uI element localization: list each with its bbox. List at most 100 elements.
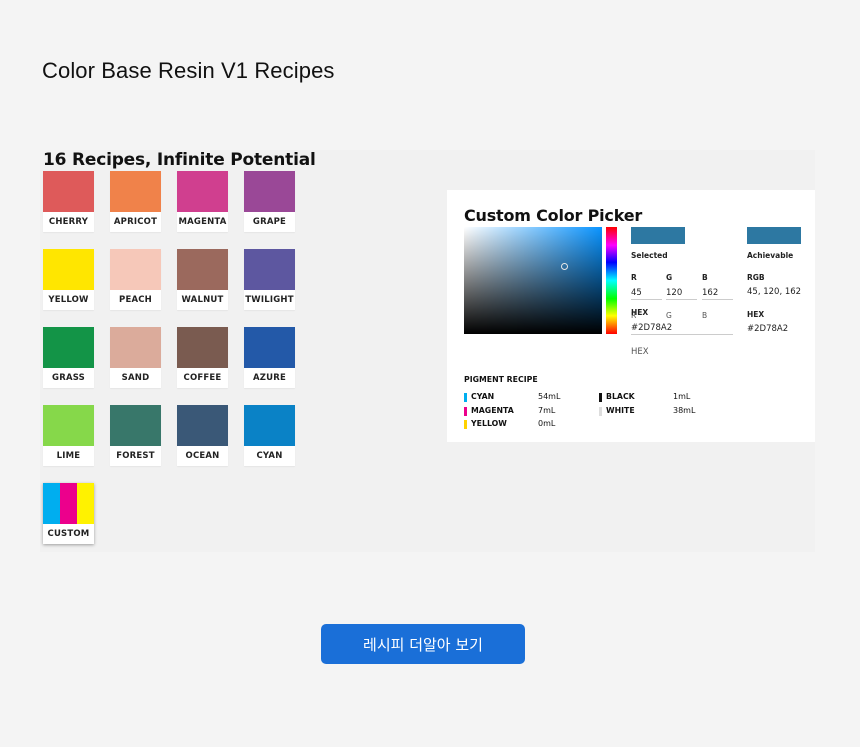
swatch-color-chip <box>177 405 228 446</box>
pigment-row-yellow: YELLOW 0mL <box>464 419 594 431</box>
swatch-lime[interactable]: LIME <box>43 405 94 466</box>
hex-label: HEX <box>631 308 649 317</box>
r-label: R <box>631 273 637 282</box>
custom-color-picker: Custom Color Picker Selected R G B R G B… <box>447 190 815 442</box>
b-input[interactable] <box>702 286 733 300</box>
pigment-color-bar <box>599 393 602 402</box>
saturation-value-area[interactable] <box>464 227 602 334</box>
rgb-label: RGB <box>747 273 765 282</box>
picker-title: Custom Color Picker <box>464 206 643 225</box>
pigment-name: BLACK <box>606 392 635 401</box>
pigment-color-bar <box>599 406 602 416</box>
swatch-label: LIME <box>56 451 81 461</box>
swatch-grape[interactable]: GRAPE <box>244 171 295 232</box>
custom-stripe-yellow <box>77 483 94 524</box>
more-recipes-button[interactable]: 레시피 더알아 보기 <box>321 624 525 664</box>
swatch-color-chip <box>43 171 94 212</box>
swatch-color-chip <box>110 405 161 446</box>
pigment-amount: 38mL <box>673 405 696 415</box>
achievable-label: Achievable <box>747 251 794 260</box>
pigment-row-white: WHITE 38mL <box>599 406 729 418</box>
selected-label: Selected <box>631 251 668 260</box>
pigment-amount: 1mL <box>673 392 691 401</box>
custom-stripe-magenta <box>60 483 77 524</box>
swatch-color-chip <box>110 327 161 368</box>
pigment-amount: 7mL <box>538 405 556 415</box>
swatch-custom[interactable]: CUSTOM <box>43 483 94 544</box>
selected-color-preview <box>631 227 685 244</box>
achievable-hex-value: #2D78A2 <box>747 324 789 334</box>
swatch-color-chip <box>110 171 161 212</box>
pigment-row-black: BLACK 1mL <box>599 392 729 404</box>
r-input[interactable] <box>631 286 662 300</box>
swatch-magenta[interactable]: MAGENTA <box>177 171 228 232</box>
pigment-row-cyan: CYAN 54mL <box>464 392 594 404</box>
page-title: Color Base Resin V1 Recipes <box>42 58 335 83</box>
pigment-color-bar <box>464 393 467 402</box>
pigment-name: CYAN <box>471 392 495 401</box>
swatch-label: GRAPE <box>252 217 287 227</box>
swatch-twilight[interactable]: TWILIGHT <box>244 249 295 310</box>
g-label-ghost: G <box>666 311 672 320</box>
swatch-azure[interactable]: AZURE <box>244 327 295 388</box>
swatch-label: CHERRY <box>48 217 89 227</box>
swatch-grass[interactable]: GRASS <box>43 327 94 388</box>
pigment-color-bar <box>464 406 467 416</box>
swatch-cyan[interactable]: CYAN <box>244 405 295 466</box>
swatch-yellow[interactable]: YELLOW <box>43 249 94 310</box>
swatch-color-chip <box>43 405 94 446</box>
recipes-panel: 16 Recipes, Infinite Potential CHERRY APR… <box>40 150 815 552</box>
swatch-apricot[interactable]: APRICOT <box>110 171 161 232</box>
swatch-peach[interactable]: PEACH <box>110 249 161 310</box>
pigment-amount: 0mL <box>538 419 556 428</box>
swatch-label: COFFEE <box>183 373 222 383</box>
swatch-forest[interactable]: FOREST <box>110 405 161 466</box>
recipes-heading: 16 Recipes, Infinite Potential <box>43 150 316 170</box>
swatch-color-chip <box>177 249 228 290</box>
achievable-rgb-value: 45, 120, 162 <box>747 287 802 297</box>
swatch-color-chip <box>43 327 94 368</box>
swatch-label: CYAN <box>256 451 283 461</box>
swatch-label: YELLOW <box>48 295 89 305</box>
swatch-color-chip <box>110 249 161 290</box>
pigment-name: WHITE <box>606 405 635 415</box>
picker-cursor[interactable] <box>561 263 568 270</box>
pigment-name: YELLOW <box>471 419 507 428</box>
hue-slider[interactable] <box>606 227 617 334</box>
swatch-label: WALNUT <box>181 295 224 305</box>
swatch-label: FOREST <box>116 451 155 461</box>
swatch-color-chip <box>244 327 295 368</box>
swatch-color-chip <box>244 171 295 212</box>
swatch-color-chip <box>177 171 228 212</box>
swatch-label: PEACH <box>119 295 152 305</box>
swatch-label: GRASS <box>52 373 85 383</box>
pigment-name: MAGENTA <box>471 405 514 415</box>
swatch-ocean[interactable]: OCEAN <box>177 405 228 466</box>
pigment-row-magenta: MAGENTA 7mL <box>464 406 594 418</box>
swatch-label: CUSTOM <box>47 529 90 539</box>
b-label: B <box>702 273 708 282</box>
swatch-walnut[interactable]: WALNUT <box>177 249 228 310</box>
custom-color-chip <box>43 483 94 524</box>
swatch-label: TWILIGHT <box>245 295 294 305</box>
hex-bottom-label: HEX <box>631 347 649 357</box>
swatch-color-chip <box>244 249 295 290</box>
swatch-label: AZURE <box>253 373 286 383</box>
hex-input[interactable] <box>631 321 733 335</box>
swatch-label: APRICOT <box>113 217 158 227</box>
swatch-cherry[interactable]: CHERRY <box>43 171 94 232</box>
pigment-color-bar <box>464 420 467 429</box>
swatch-label: SAND <box>121 373 150 383</box>
swatch-label: OCEAN <box>185 451 220 461</box>
g-label: G <box>666 273 673 282</box>
swatch-color-chip <box>244 405 295 446</box>
achievable-hex-label: HEX <box>747 310 765 319</box>
b-label-ghost: B <box>702 311 708 320</box>
swatch-sand[interactable]: SAND <box>110 327 161 388</box>
swatch-color-chip <box>43 249 94 290</box>
pigment-amount: 54mL <box>538 392 561 401</box>
pigment-recipe-title: PIGMENT RECIPE <box>464 375 538 384</box>
swatch-color-chip <box>177 327 228 368</box>
g-input[interactable] <box>666 286 697 300</box>
swatch-coffee[interactable]: COFFEE <box>177 327 228 388</box>
